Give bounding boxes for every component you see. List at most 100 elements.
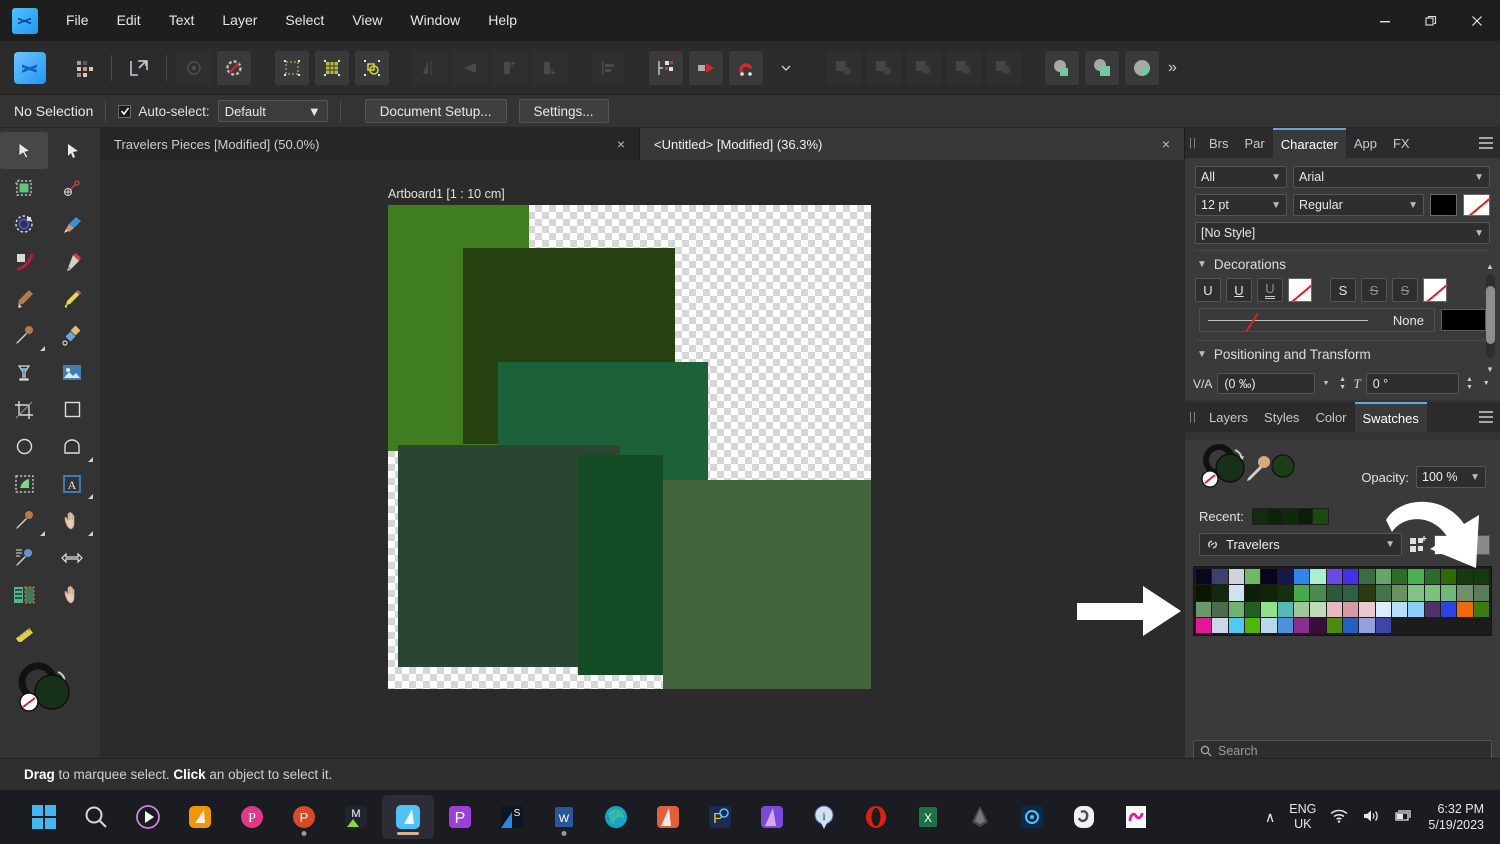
swatch-cell[interactable]	[1293, 601, 1310, 618]
tab-paragraph[interactable]: Par	[1237, 128, 1273, 158]
tool-grid-transform[interactable]	[0, 576, 48, 613]
wifi-icon[interactable]	[1330, 809, 1348, 826]
text-fill-swatch[interactable]	[1430, 194, 1457, 216]
tool-measure[interactable]	[0, 613, 48, 650]
tool-artboard[interactable]	[0, 169, 48, 206]
tool-crop[interactable]	[0, 391, 48, 428]
swatch-cell[interactable]	[1375, 601, 1391, 618]
tool-rectangle[interactable]	[48, 391, 96, 428]
tracking-field[interactable]: (0 ‰)	[1217, 373, 1316, 394]
boolean-intersect-icon[interactable]	[907, 50, 941, 85]
swatch-cell[interactable]	[1310, 585, 1326, 601]
tool-color-selector[interactable]	[0, 650, 100, 730]
swatch-cell[interactable]	[1326, 569, 1342, 585]
snapping-candidates-icon[interactable]	[177, 50, 211, 85]
swatch-cell[interactable]	[1277, 618, 1293, 634]
tool-fill[interactable]	[0, 243, 48, 280]
swatch-cell[interactable]	[1457, 585, 1473, 601]
add-palette-icon[interactable]	[1408, 535, 1428, 555]
affinity-designer-alt-icon[interactable]	[746, 795, 798, 839]
snapping-dropdown-icon[interactable]	[769, 51, 803, 85]
volume-icon[interactable]	[1362, 809, 1380, 826]
boolean-combine-icon[interactable]	[987, 50, 1021, 85]
scribus-icon[interactable]: S	[486, 795, 538, 839]
gimp-icon[interactable]	[1058, 795, 1110, 839]
swatch-cell[interactable]	[1293, 618, 1310, 634]
swatch-cell[interactable]	[1408, 585, 1424, 601]
swatch-cell[interactable]	[1326, 585, 1342, 601]
swatch-cell[interactable]	[1342, 618, 1359, 634]
close-button[interactable]	[1454, 0, 1500, 41]
swatch-cell[interactable]	[1408, 569, 1424, 585]
underline-button[interactable]: U	[1195, 278, 1221, 302]
flip-vertical-icon[interactable]	[453, 50, 487, 85]
swatch-cell[interactable]	[1424, 601, 1440, 618]
swatch-cell[interactable]	[1212, 569, 1228, 585]
krita-icon[interactable]	[1006, 795, 1058, 839]
clock[interactable]: 6:32 PM 5/19/2023	[1428, 801, 1484, 833]
swatch-cell[interactable]	[1261, 618, 1277, 634]
swatch-cell[interactable]	[1196, 601, 1212, 618]
artboard[interactable]	[388, 205, 871, 689]
menu-help[interactable]: Help	[474, 0, 531, 41]
snapping-flag-icon[interactable]	[689, 50, 723, 85]
battery-icon[interactable]	[1394, 809, 1414, 826]
palette-dropdown[interactable]: Travelers ▼	[1199, 533, 1402, 556]
menu-edit[interactable]: Edit	[103, 0, 155, 41]
swatch-cell[interactable]	[1261, 569, 1277, 585]
swatch-cell[interactable]	[1375, 569, 1391, 585]
menu-text[interactable]: Text	[155, 0, 209, 41]
media-player-icon[interactable]	[122, 795, 174, 839]
boolean-subtract-icon[interactable]	[867, 50, 901, 85]
swatch-cell[interactable]	[1359, 569, 1375, 585]
swatch-cell[interactable]	[1212, 601, 1228, 618]
swatch-cell[interactable]	[1228, 601, 1244, 618]
swatch-cell[interactable]	[1408, 601, 1424, 618]
rotation-field[interactable]: 0 °	[1365, 373, 1459, 394]
toolbar-overflow-icon[interactable]: »	[1168, 59, 1177, 77]
swatch-cell[interactable]	[1326, 618, 1342, 634]
palette-color-mode-strip[interactable]	[1434, 534, 1490, 555]
pixel-persona-icon[interactable]	[67, 51, 101, 85]
snap-to-object-geometry-icon[interactable]	[355, 50, 389, 85]
opera-icon[interactable]	[850, 795, 902, 839]
info-icon[interactable]: i	[798, 795, 850, 839]
inkscape-icon[interactable]	[954, 795, 1006, 839]
affinity-designer-v1-icon[interactable]	[174, 795, 226, 839]
minimize-button[interactable]	[1362, 0, 1408, 41]
language-indicator[interactable]: ENG UK	[1289, 802, 1316, 832]
swatch-cell[interactable]	[1375, 585, 1391, 601]
swatch-cell[interactable]	[1326, 601, 1342, 618]
menu-window[interactable]: Window	[396, 0, 474, 41]
auto-select-checkbox[interactable]	[118, 104, 132, 118]
swatch-cell[interactable]	[1440, 569, 1457, 585]
tab-character[interactable]: Character	[1272, 128, 1346, 158]
swatch-cell[interactable]	[1196, 569, 1212, 585]
tool-artistic-text[interactable]: A	[48, 465, 96, 502]
tool-corner[interactable]	[48, 169, 96, 206]
underline-none-swatch[interactable]	[1288, 278, 1312, 302]
rotate-ccw-icon[interactable]	[493, 50, 527, 85]
swatch-grid[interactable]	[1193, 566, 1492, 637]
panel-menu-icon[interactable]	[1472, 128, 1500, 158]
tool-color-picker[interactable]	[0, 317, 48, 354]
tool-selection-brush[interactable]	[0, 465, 48, 502]
rotate-cw-icon[interactable]	[533, 50, 567, 85]
swatch-cell[interactable]	[1293, 585, 1310, 601]
align-left-icon[interactable]	[591, 50, 625, 85]
tool-paint-brush[interactable]	[48, 206, 96, 243]
font-size-dropdown[interactable]: 12 pt ▼	[1195, 194, 1287, 216]
font-scope-dropdown[interactable]: All ▼	[1195, 166, 1287, 188]
tray-overflow-icon[interactable]: ∧	[1265, 809, 1275, 826]
tab-brushes[interactable]: Brs	[1201, 128, 1237, 158]
menu-layer[interactable]: Layer	[208, 0, 271, 41]
swatch-cell[interactable]	[1391, 585, 1408, 601]
menu-view[interactable]: View	[338, 0, 396, 41]
tracking-dropdown-icon[interactable]: ▼	[1320, 373, 1332, 394]
swatch-cell[interactable]	[1342, 585, 1359, 601]
swatch-cell[interactable]	[1473, 585, 1489, 601]
swatch-cell[interactable]	[1391, 601, 1408, 618]
font-family-dropdown[interactable]: Arial ▼	[1293, 166, 1490, 188]
affinity-publisher-p-icon[interactable]: P	[434, 795, 486, 839]
tool-place-image[interactable]	[48, 354, 96, 391]
